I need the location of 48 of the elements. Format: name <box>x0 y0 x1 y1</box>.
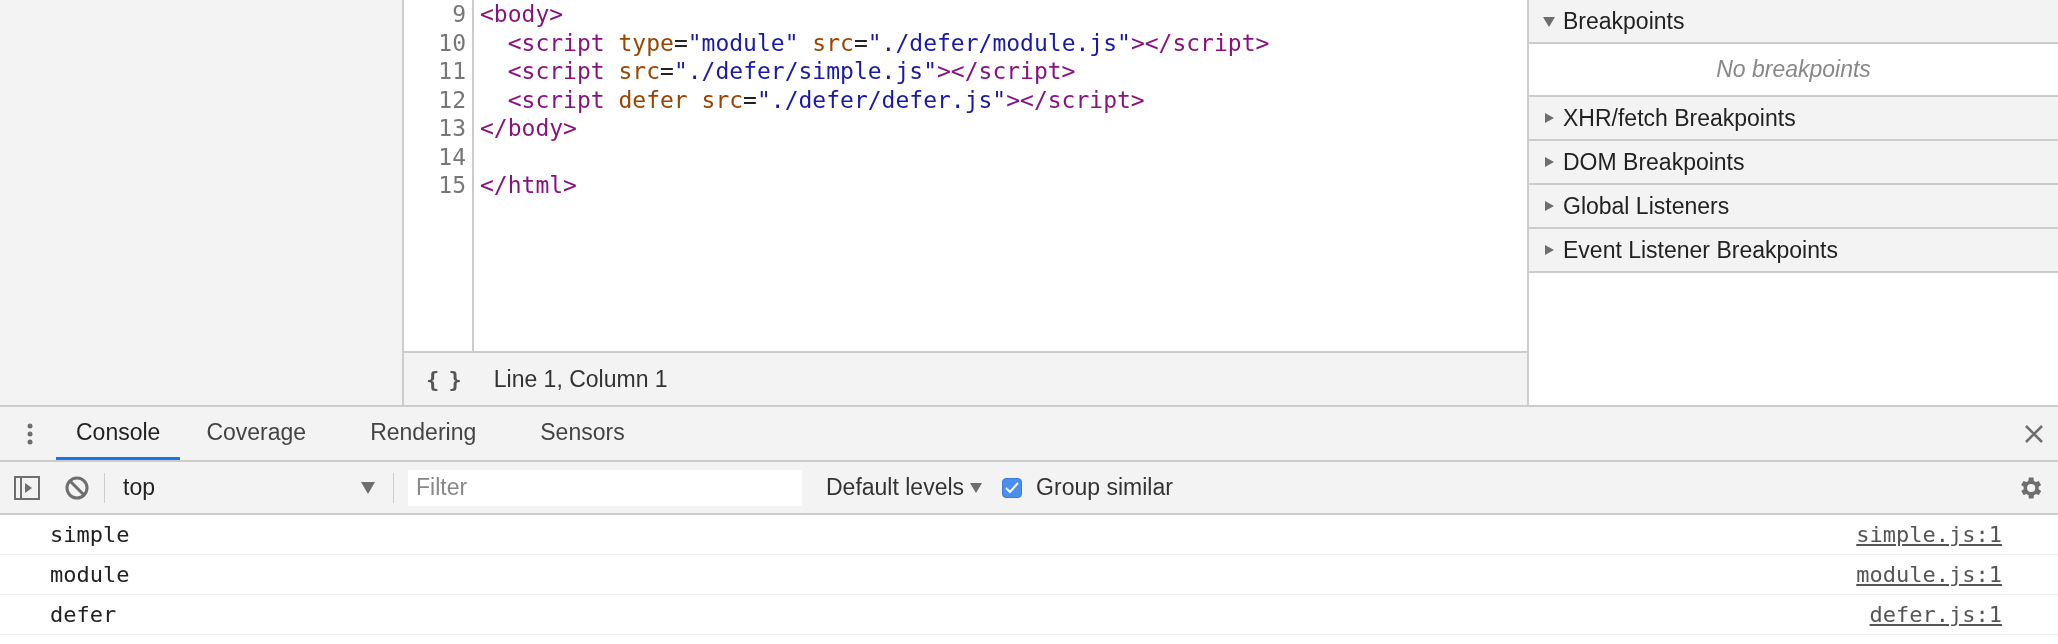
context-select[interactable]: top <box>119 474 379 501</box>
section-title: Event Listener Breakpoints <box>1563 236 1838 264</box>
triangle-right-icon <box>1543 244 1555 256</box>
drawer-tab[interactable]: Rendering <box>344 407 503 460</box>
line-number: 15 <box>438 171 466 200</box>
checkbox-label: Group similar <box>1036 474 1173 501</box>
code-line: <script src="./defer/simple.js"></script> <box>506 57 1077 86</box>
triangle-down-icon <box>1543 15 1555 27</box>
clear-icon[interactable] <box>64 474 90 501</box>
pretty-print-button[interactable]: { } <box>422 366 464 392</box>
line-number: 13 <box>438 114 466 143</box>
drawer-tab[interactable]: Coverage <box>180 407 333 460</box>
section-title: DOM Breakpoints <box>1563 148 1745 176</box>
console-message: defer <box>50 602 117 627</box>
section-header[interactable]: XHR/fetch Breakpoints <box>1529 97 2058 141</box>
line-number: 10 <box>438 28 466 57</box>
levels-dropdown[interactable]: Default levels <box>820 473 989 502</box>
section-title: XHR/fetch Breakpoints <box>1563 104 1796 132</box>
line-number: 9 <box>452 0 466 29</box>
source-link[interactable]: module.js:1 <box>1856 562 2002 587</box>
line-number: 12 <box>438 85 466 114</box>
code-line: </body> <box>480 114 578 143</box>
line-number: 14 <box>438 142 466 171</box>
cursor-position: Line 1, Column 1 <box>493 365 668 393</box>
dropdown-arrow-icon <box>970 482 983 493</box>
source-link[interactable]: defer.js:1 <box>1869 602 2002 627</box>
source-link[interactable]: simple.js:1 <box>1856 522 2002 547</box>
triangle-right-icon <box>1543 200 1555 212</box>
drawer-tab[interactable]: Sensors <box>514 407 651 460</box>
code-line: <script defer src="./defer/defer.js"></script> <box>506 85 1146 114</box>
section-title: Global Listeners <box>1563 192 1730 220</box>
section-header[interactable]: Breakpoints <box>1529 0 2058 44</box>
sidebar-toggle-icon[interactable] <box>14 475 40 500</box>
code-line: <body> <box>480 0 565 29</box>
filter-field[interactable]: Filter <box>408 469 802 506</box>
line-number: 11 <box>438 57 466 86</box>
section-header[interactable]: Global Listeners <box>1529 185 2058 229</box>
triangle-right-icon <box>1543 112 1555 124</box>
section-title: Breakpoints <box>1563 7 1685 35</box>
section-header[interactable]: Event Listener Breakpoints <box>1529 229 2058 273</box>
section-header[interactable]: DOM Breakpoints <box>1529 141 2058 185</box>
dropdown-arrow-icon <box>361 481 375 494</box>
code-line: <script type="module" src="./defer/module.js"></script> <box>506 28 1271 57</box>
console-message: module <box>50 562 130 587</box>
triangle-right-icon <box>1543 156 1555 168</box>
console-message: simple <box>50 522 130 547</box>
checkbox[interactable] <box>1002 477 1023 498</box>
code-line: </html> <box>480 171 578 200</box>
